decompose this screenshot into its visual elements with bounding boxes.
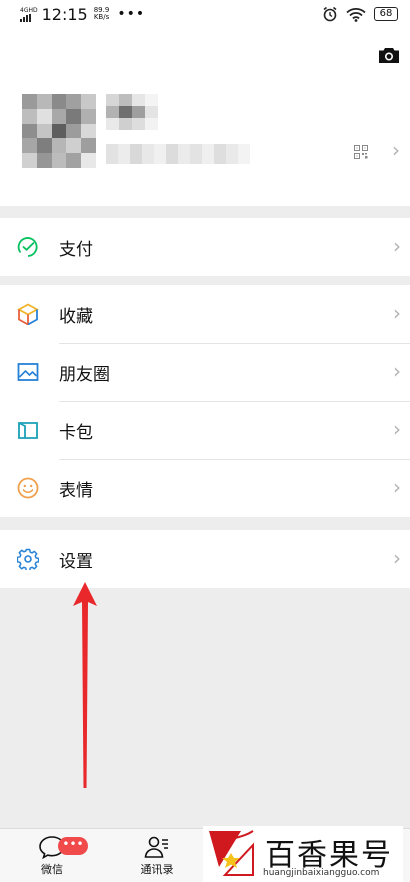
wechat-id-blurred — [106, 144, 250, 164]
watermark-logo — [209, 830, 254, 876]
battery-indicator: 68 — [374, 7, 398, 21]
wallet-check-icon — [17, 237, 38, 257]
menu-item-pay[interactable]: 支付 › — [0, 218, 410, 276]
network-indicator: 4GHD — [20, 7, 38, 22]
image-icon — [17, 363, 39, 381]
network-speed: 89.9 KB/s — [93, 6, 110, 21]
chevron-right-icon: › — [393, 475, 401, 499]
watermark-domain: huangjinbaixiangguo.com — [263, 868, 380, 878]
menu-item-stickers[interactable]: 表情 › — [0, 459, 410, 517]
menu-item-label: 朋友圈 — [59, 364, 110, 385]
chevron-right-icon: › — [393, 234, 401, 258]
chevron-right-icon: › — [393, 417, 401, 441]
signal-icon — [20, 13, 31, 22]
watermark: 百香果号 huangjinbaixiangguo.com — [203, 826, 403, 882]
alarm-icon — [323, 6, 337, 22]
chevron-right-icon: › — [393, 546, 401, 570]
menu-group-pay: 支付 › — [0, 218, 410, 276]
cube-icon — [17, 303, 39, 325]
wifi-icon — [346, 7, 366, 22]
menu-item-label: 收藏 — [59, 306, 93, 327]
tab-contacts[interactable]: 通讯录 — [127, 835, 187, 877]
avatar[interactable] — [22, 94, 96, 168]
menu-group-settings: 设置 › — [0, 530, 410, 588]
card-icon — [18, 422, 38, 439]
menu-group-main: 收藏 › 朋友圈 › 卡包 › 表情 › — [0, 285, 410, 517]
smiley-icon — [17, 477, 39, 499]
menu-item-label: 卡包 — [59, 422, 93, 443]
annotation-arrow — [73, 582, 97, 788]
unread-badge: ••• — [58, 837, 88, 855]
status-bar: 4GHD 12:15 89.9 KB/s ••• 68 — [0, 0, 410, 28]
menu-item-cards[interactable]: 卡包 › — [0, 401, 410, 459]
tab-label: 通讯录 — [140, 863, 174, 876]
more-notifications-icon: ••• — [117, 6, 146, 22]
menu-item-settings[interactable]: 设置 › — [0, 530, 410, 588]
profile-header[interactable]: › — [0, 28, 410, 206]
qr-code-icon[interactable] — [354, 145, 368, 159]
camera-icon[interactable] — [378, 46, 400, 64]
menu-item-favorites[interactable]: 收藏 › — [0, 285, 410, 343]
menu-item-label: 支付 — [59, 239, 93, 260]
clock: 12:15 — [41, 4, 88, 24]
nickname-blurred — [106, 94, 158, 130]
chevron-right-icon: › — [393, 359, 401, 383]
tab-label: 微信 — [41, 863, 63, 876]
gear-icon — [17, 548, 39, 570]
chevron-right-icon: › — [393, 301, 401, 325]
menu-item-moments[interactable]: 朋友圈 › — [0, 343, 410, 401]
menu-item-label: 表情 — [59, 480, 93, 501]
contacts-icon — [144, 836, 168, 858]
menu-item-label: 设置 — [59, 551, 93, 572]
chevron-right-icon: › — [392, 138, 400, 162]
